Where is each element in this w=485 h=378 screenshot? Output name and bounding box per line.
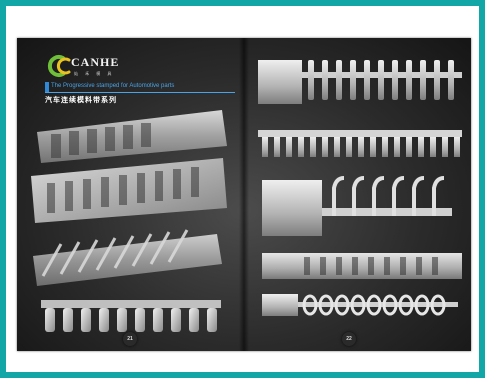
metal-strip-a [258, 60, 462, 104]
page-number-left: 21 [123, 332, 137, 346]
metal-strip-e [262, 294, 458, 316]
right-page: 22 [244, 38, 471, 351]
metal-strip-3 [33, 229, 222, 286]
brochure-spread: CANHE 灿 禾 模 具 The Progressive stamped fo… [17, 38, 471, 351]
metal-strip-4 [41, 300, 221, 332]
metal-strip-d [262, 253, 462, 279]
metal-strip-c [262, 176, 452, 236]
left-page: CANHE 灿 禾 模 具 The Progressive stamped fo… [17, 38, 244, 351]
metal-strip-1 [37, 110, 227, 163]
metal-strip-b [258, 130, 462, 157]
metal-strip-2 [31, 158, 227, 223]
right-strip-photos [258, 60, 462, 316]
page-number-right: 22 [342, 332, 356, 346]
left-strip-photos [31, 110, 227, 332]
